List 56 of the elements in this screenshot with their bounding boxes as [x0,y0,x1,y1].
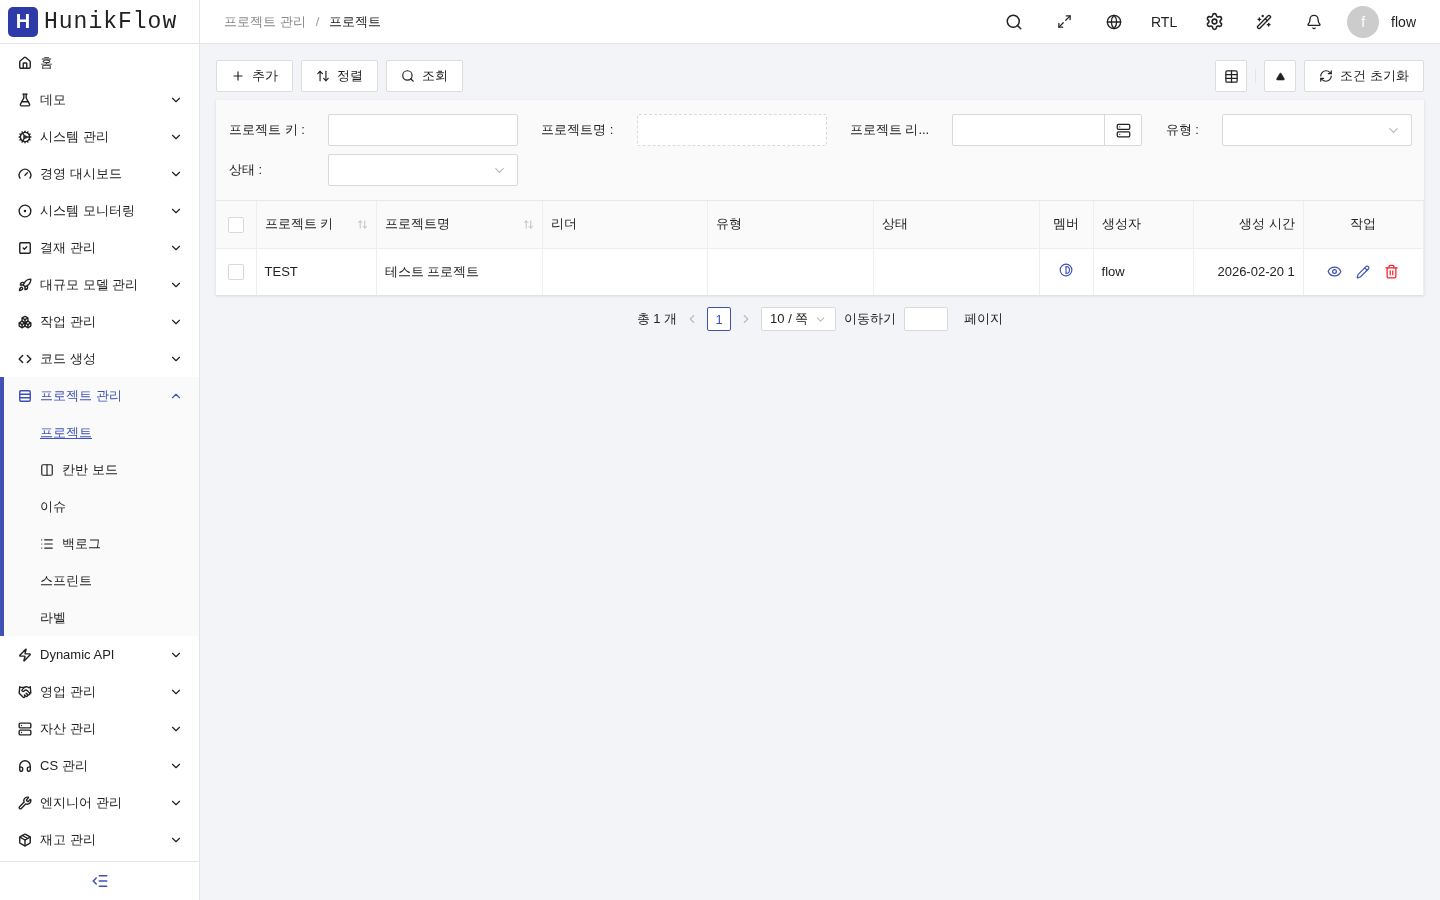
filter-label: 유형 : [1165,121,1199,139]
table-cell: 2026-02-20 1 [1193,248,1304,295]
filter-label: 상태 : [229,161,264,179]
sidebar-item[interactable]: 대규모 모델 관리 [4,266,199,303]
sidebar-item[interactable]: 코드 생성 [4,340,199,377]
query-button[interactable]: 조회 [386,60,463,92]
page-label: 페이지 [964,310,1004,328]
sidebar-subitem[interactable]: 백로그 [4,525,199,562]
column-header: 생성자 [1093,201,1194,248]
column-header: 리더 [542,201,708,248]
page-button[interactable]: 1 [707,307,732,331]
sidebar-item[interactable]: 영업 관리 [4,673,199,710]
sidebar-subitem[interactable]: 이슈 [4,488,199,525]
sidebar-item[interactable]: 자산 관리 [4,710,199,747]
sidebar-item[interactable]: 결재 관리 [4,229,199,266]
sort-button[interactable]: 정렬 [301,60,378,92]
column-header: 유형 [707,201,874,248]
filter-label: 프로젝트 리... [849,121,930,139]
reset-button[interactable]: 조건 초기화 [1304,60,1424,92]
logo-icon: H [8,6,38,37]
breadcrumb-item: 프로젝트 [329,12,382,31]
sidebar-item[interactable]: 시스템 모니터링 [4,192,199,229]
filter-label: 프로젝트 키 : [229,121,305,139]
user-name[interactable]: flow [1391,13,1416,30]
sidebar-subitem[interactable]: 칸반 보드 [4,451,199,488]
filter-label: 프로젝트명 : [541,121,614,139]
app-name: HunikFlow [44,8,178,35]
table-cell: 테스트 프로젝트 [376,248,543,295]
breadcrumb-item[interactable]: 프로젝트 관리 [224,12,306,31]
sidebar-item[interactable]: 작업 관리 [4,303,199,340]
table-cell: flow [1093,248,1194,295]
sidebar-subitem[interactable]: 스프린트 [4,562,199,599]
column-header[interactable]: 프로젝트 키 [256,201,377,248]
column-header: 상태 [873,201,1039,248]
sidebar-item[interactable]: 시스템 관리 [4,118,199,155]
column-header[interactable]: 프로젝트명 [376,201,543,248]
breadcrumb-separator: / [315,14,320,29]
table-cell: TEST [256,248,377,295]
sidebar-item[interactable]: 재고 관리 [4,821,199,858]
sidebar-item[interactable]: Dynamic API [4,636,199,673]
sidebar-item[interactable]: 엔지니어 관리 [4,784,199,821]
column-header: 생성 시간 [1193,201,1304,248]
sidebar-item[interactable]: 홈 [4,44,199,81]
sidebar-subitem[interactable]: 프로젝트 [4,414,199,451]
add-button[interactable]: 추가 [216,60,293,92]
sidebar-subitem[interactable]: 라벨 [4,599,199,636]
column-header: 작업 [1303,201,1424,248]
sidebar-item[interactable]: 프로젝트 관리 [4,377,199,414]
page-size-select[interactable]: 10 / 쪽 [761,307,837,331]
sidebar-item[interactable]: 경영 대시보드 [4,155,199,192]
total-count: 총 1 개 [636,310,678,328]
column-header: 멤버 [1039,201,1094,248]
jump-label: 이동하기 [844,310,897,328]
sidebar-item[interactable]: 데모 [4,81,199,118]
rtl-button[interactable]: RTL [1139,0,1190,44]
sidebar-item[interactable]: CS 관리 [4,747,199,784]
